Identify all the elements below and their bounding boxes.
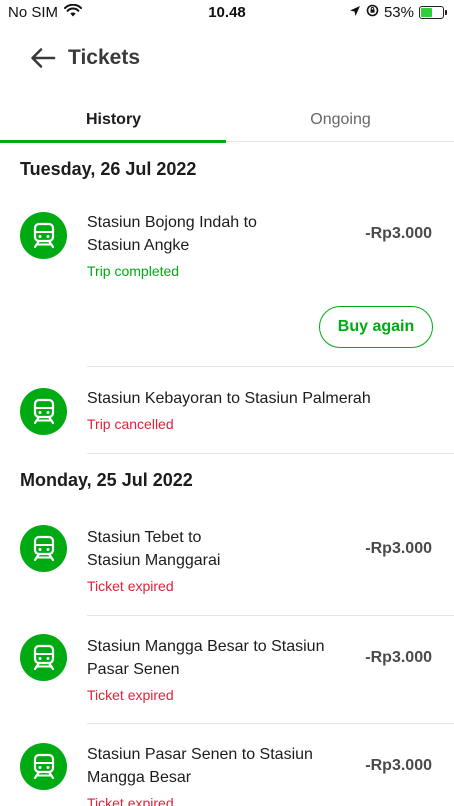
trip-route-line1: Stasiun Kebayoran to Stasiun Palmerah: [87, 390, 371, 407]
buy-again-button[interactable]: Buy again: [319, 306, 433, 348]
trip-status: Trip cancelled: [87, 416, 174, 432]
battery-level: [421, 8, 433, 17]
train-icon: [20, 525, 67, 572]
tab-ongoing[interactable]: Ongoing: [227, 102, 454, 142]
trip-route-line2: Stasiun Angke: [87, 237, 190, 254]
trip-price: -Rp3.000: [365, 757, 432, 774]
trip-status: Trip completed: [87, 263, 180, 279]
trip-status: Ticket expired: [87, 795, 174, 806]
trip-item[interactable]: Stasiun Tebet to Stasiun Manggarai Ticke…: [0, 514, 454, 616]
trip-status: Ticket expired: [87, 578, 174, 594]
trip-route-line1: Stasiun Pasar Senen to Stasiun: [87, 746, 313, 763]
divider: [87, 366, 454, 367]
train-icon: [20, 634, 67, 681]
trip-status: Ticket expired: [87, 687, 174, 703]
trip-item[interactable]: Stasiun Kebayoran to Stasiun Palmerah Tr…: [0, 368, 454, 454]
trip-route-line1: Stasiun Bojong Indah to: [87, 214, 257, 231]
page-title: Tickets: [68, 46, 140, 69]
battery-percent: 53%: [383, 4, 414, 21]
status-bar: No SIM 10.48 53%: [0, 0, 454, 26]
tab-history[interactable]: History: [0, 102, 227, 143]
train-icon: [20, 212, 67, 259]
trip-route: Stasiun Tebet to Stasiun Manggarai: [87, 526, 220, 572]
trip-route-line2: Mangga Besar: [87, 769, 192, 786]
trip-item[interactable]: Stasiun Mangga Besar to Stasiun Pasar Se…: [0, 623, 454, 725]
trip-route-line2: Pasar Senen: [87, 661, 180, 678]
trip-price: -Rp3.000: [365, 225, 432, 242]
date-heading: Tuesday, 26 Jul 2022: [20, 159, 197, 179]
divider: [87, 723, 454, 724]
trip-item[interactable]: Stasiun Pasar Senen to Stasiun Mangga Be…: [0, 732, 454, 806]
tab-bar: History Ongoing: [0, 102, 454, 143]
trip-route-line1: Stasiun Tebet to: [87, 529, 202, 546]
trip-route: Stasiun Kebayoran to Stasiun Palmerah: [87, 387, 371, 410]
trip-price: -Rp3.000: [365, 540, 432, 557]
train-icon: [20, 388, 67, 435]
location-arrow-icon: [349, 4, 361, 21]
train-icon: [20, 743, 67, 790]
trip-route-line2: Stasiun Manggarai: [87, 552, 221, 569]
rotation-lock-icon: [366, 4, 379, 21]
arrow-left-icon[interactable]: [30, 47, 56, 69]
divider: [87, 453, 454, 454]
trip-route: Stasiun Mangga Besar to Stasiun Pasar Se…: [87, 635, 324, 681]
battery-charging-icon: [419, 6, 447, 19]
trip-route-line1: Stasiun Mangga Besar to Stasiun: [87, 638, 325, 655]
divider: [87, 615, 454, 616]
header: Tickets: [0, 38, 454, 78]
status-right: 53%: [349, 4, 447, 21]
trip-route: Stasiun Bojong Indah to Stasiun Angke: [87, 211, 257, 257]
date-heading: Monday, 25 Jul 2022: [20, 470, 193, 490]
trip-route: Stasiun Pasar Senen to Stasiun Mangga Be…: [87, 743, 313, 789]
trip-price: -Rp3.000: [365, 649, 432, 666]
